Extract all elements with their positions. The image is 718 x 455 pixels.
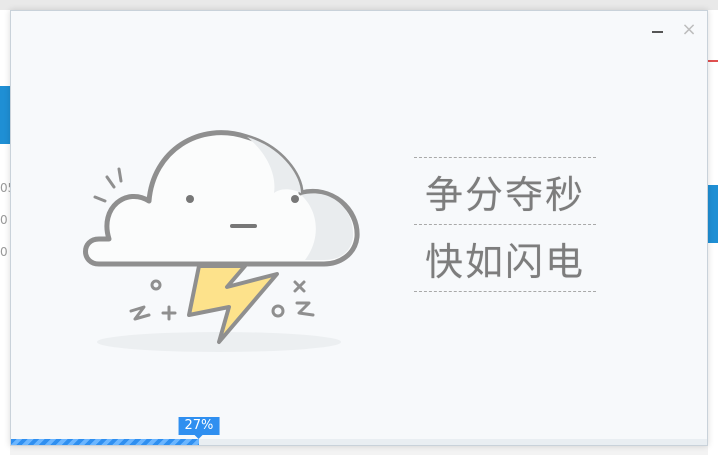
background-left-text: 0 xyxy=(0,213,8,227)
background-left-text: 05 xyxy=(0,181,10,195)
thunder-cloud-icon xyxy=(83,130,360,352)
slogan-text: 快如闪电 xyxy=(424,239,585,284)
slogan-text: 争分夺秒 xyxy=(424,172,585,217)
background-left-text: 0 xyxy=(0,245,8,259)
slogan-line: 争分夺秒 xyxy=(414,157,596,224)
minimize-button[interactable] xyxy=(646,19,668,41)
slogan: 争分夺秒 快如闪电 xyxy=(414,157,596,292)
background-left-panel xyxy=(0,10,10,455)
close-icon: × xyxy=(681,19,697,40)
progress-fill xyxy=(11,439,199,445)
background-right-accent xyxy=(708,60,718,104)
minimize-icon xyxy=(652,31,663,33)
loading-dialog: × 争分夺秒 快如闪电 27% xyxy=(10,10,708,446)
progress-bar xyxy=(11,439,707,445)
background-left-button xyxy=(0,86,10,144)
close-button[interactable]: × xyxy=(678,19,700,41)
background-right-button xyxy=(708,185,718,243)
progress-percent-badge: 27% xyxy=(178,417,220,439)
slogan-line: 快如闪电 xyxy=(414,224,596,292)
